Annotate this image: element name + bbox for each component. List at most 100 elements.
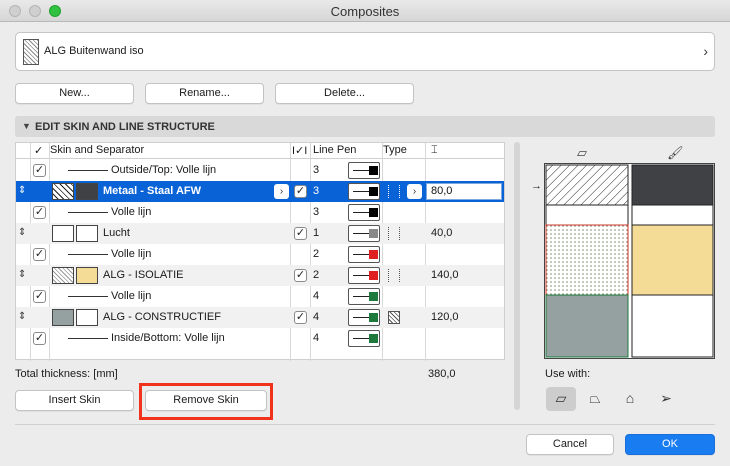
table-row[interactable]: ⇕ ALG - ISOLATIE ✓ 2 140,0 [16,265,504,286]
row-checkbox[interactable]: ✓ [33,164,46,177]
table-row[interactable]: ✓ Volle lijn 4 [16,286,504,307]
table-header: ✓ Skin and Separator I✓I Line Pen Type ⌶ [16,143,504,159]
preview-skin-structure [545,294,629,358]
skin-type-icon[interactable] [388,185,400,198]
preview-skin-metal [545,164,629,206]
new-button[interactable]: New... [15,83,134,104]
row-label: Outside/Top: Volle lijn [111,164,217,176]
pen-swatch[interactable] [348,162,380,179]
fill-pattern-swatch[interactable] [52,309,74,326]
table-row[interactable]: ✓ Volle lijn 2 [16,244,504,265]
line-pen-number[interactable]: 2 [313,248,319,260]
rename-button[interactable]: Rename... [145,83,264,104]
row-label: Volle lijn [111,290,152,302]
header-line-pen: Line Pen [313,144,357,156]
skin-type-icon[interactable] [388,227,400,240]
table-row[interactable]: ✓ Outside/Top: Volle lijn 3 [16,160,504,181]
separator-line [68,212,108,213]
thickness-value[interactable]: 40,0 [431,227,452,239]
cancel-button[interactable]: Cancel [526,434,614,455]
building-material-more-button[interactable]: › [274,184,289,199]
insert-skin-button[interactable]: Insert Skin [15,390,134,411]
fill-color-swatch[interactable] [76,309,98,326]
header-type: Type [383,144,407,156]
row-checkbox[interactable]: ✓ [33,290,46,303]
row-label: Metaal - Staal AFW [103,185,201,197]
fill-color-swatch[interactable] [76,183,98,200]
table-row-selected[interactable]: ⇕ Metaal - Staal AFW › ✓ 3 › 80,0 [16,181,504,202]
row-checkbox[interactable]: ✓ [33,206,46,219]
skin-type-icon[interactable] [388,269,400,282]
fill-pattern-swatch[interactable] [52,183,74,200]
row-checkbox[interactable]: ✓ [33,248,46,261]
pen-swatch[interactable] [348,225,380,242]
visibility-checkbox[interactable]: ✓ [294,311,307,324]
drag-handle-icon[interactable]: ⇕ [18,311,26,322]
use-with-label: Use with: [545,368,591,380]
row-label: Volle lijn [111,206,152,218]
pen-swatch[interactable] [348,246,380,263]
row-label: Inside/Bottom: Volle lijn [111,332,225,344]
pen-swatch[interactable] [348,330,380,347]
visibility-checkbox[interactable]: ✓ [294,185,307,198]
line-pen-number[interactable]: 2 [313,269,319,281]
drag-handle-icon[interactable]: ⇕ [18,227,26,238]
shell-icon[interactable]: ➢ [651,387,681,411]
pen-swatch[interactable] [348,309,380,326]
ok-button[interactable]: OK [625,434,715,455]
slab-icon[interactable]: ⏢ [580,387,610,411]
line-pen-number[interactable]: 4 [313,290,319,302]
skin-type-more-button[interactable]: › [407,184,422,199]
fill-pattern-swatch[interactable] [52,267,74,284]
skin-structure-table: ✓ Skin and Separator I✓I Line Pen Type ⌶… [15,142,505,361]
roof-icon[interactable]: ⌂ [615,387,645,411]
fill-pattern-swatch[interactable] [52,225,74,242]
drag-handle-icon[interactable]: ⇕ [18,185,26,196]
line-pen-number[interactable]: 3 [313,164,319,176]
line-pen-number[interactable]: 3 [313,185,319,197]
window-title: Composites [330,4,400,19]
header-check: ✓ [34,145,44,157]
composite-name: ALG Buitenwand iso [44,45,144,57]
line-pen-number[interactable]: 4 [313,311,319,323]
line-pen-number[interactable]: 4 [313,332,319,344]
table-row[interactable]: ✓ Volle lijn 3 [16,202,504,223]
header-skin-separator: Skin and Separator [50,144,145,156]
table-row[interactable]: ✓ Inside/Bottom: Volle lijn 4 [16,328,504,349]
visibility-checkbox[interactable]: ✓ [294,227,307,240]
drag-handle-icon[interactable]: ⇕ [18,269,26,280]
table-row[interactable]: ⇕ Lucht ✓ 1 40,0 [16,223,504,244]
table-row[interactable]: ⇕ ALG - CONSTRUCTIEF ✓ 4 120,0 [16,307,504,328]
disclosure-triangle-icon[interactable]: ▼ [22,121,31,131]
preview-fill-metal [631,164,714,206]
composite-selector[interactable]: ALG Buitenwand iso › [15,32,715,71]
pen-swatch[interactable] [348,204,380,221]
row-label: ALG - CONSTRUCTIEF [103,311,221,323]
separator-line [68,338,108,339]
composite-preview [544,163,715,359]
section-header[interactable]: ▼ EDIT SKIN AND LINE STRUCTURE [15,116,715,137]
fill-color-swatch[interactable] [76,225,98,242]
header-thickness-icon: ⌶ [431,144,438,156]
row-checkbox[interactable]: ✓ [33,332,46,345]
separator-line [68,254,108,255]
pen-swatch[interactable] [348,183,380,200]
pen-swatch[interactable] [348,267,380,284]
thickness-value[interactable]: 140,0 [431,269,459,281]
delete-button[interactable]: Delete... [275,83,414,104]
fill-color-swatch[interactable] [76,267,98,284]
separator-line [68,296,108,297]
pen-swatch[interactable] [348,288,380,305]
thickness-input[interactable]: 80,0 [426,183,502,200]
skin-type-icon[interactable] [388,311,400,324]
total-thickness-value: 380,0 [428,368,456,380]
line-pen-number[interactable]: 1 [313,227,319,239]
preview-skin-insulation [545,224,629,296]
thickness-value[interactable]: 120,0 [431,311,459,323]
fill-brush-icon: 🖌 [667,145,684,160]
scrollbar[interactable] [514,142,520,410]
visibility-checkbox[interactable]: ✓ [294,269,307,282]
line-pen-number[interactable]: 3 [313,206,319,218]
row-label: ALG - ISOLATIE [103,269,184,281]
wall-icon[interactable]: ▱ [546,387,576,411]
